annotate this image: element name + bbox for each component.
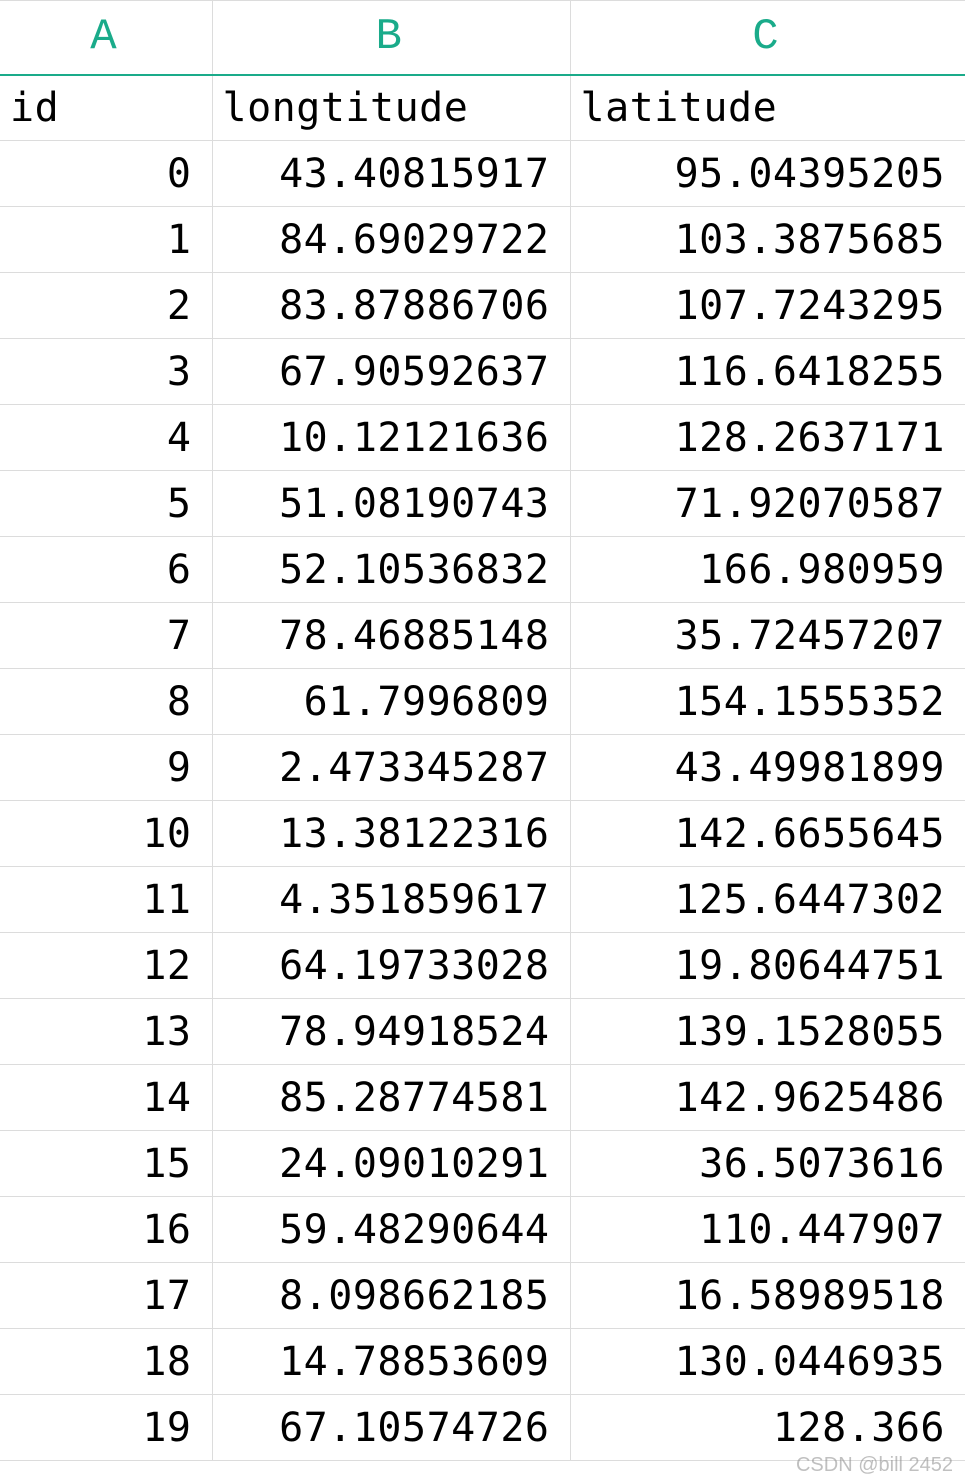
cell-latitude[interactable]: 43.49981899 [570,735,965,801]
cell-id[interactable]: 8 [0,669,212,735]
cell-id[interactable]: 17 [0,1263,212,1329]
header-row: id longtitude latitude [0,75,965,141]
col-header-c[interactable]: C [570,1,965,75]
cell-latitude[interactable]: 128.366 [570,1395,965,1461]
col-header-a[interactable]: A [0,1,212,75]
cell-latitude[interactable]: 107.7243295 [570,273,965,339]
cell-longtitude[interactable]: 84.69029722 [212,207,570,273]
cell-longtitude[interactable]: 78.94918524 [212,999,570,1065]
cell-longtitude[interactable]: 67.10574726 [212,1395,570,1461]
cell-latitude[interactable]: 139.1528055 [570,999,965,1065]
cell-id[interactable]: 4 [0,405,212,471]
cell-longtitude[interactable]: 51.08190743 [212,471,570,537]
cell-longtitude[interactable]: 83.87886706 [212,273,570,339]
cell-longtitude[interactable]: 85.28774581 [212,1065,570,1131]
table-row: 1814.78853609130.0446935 [0,1329,965,1395]
table-row: 184.69029722103.3875685 [0,207,965,273]
table-row: 652.10536832166.980959 [0,537,965,603]
cell-longtitude[interactable]: 59.48290644 [212,1197,570,1263]
watermark: CSDN @bill 2452 [796,1454,953,1477]
cell-latitude[interactable]: 16.58989518 [570,1263,965,1329]
header-id[interactable]: id [0,75,212,141]
table-row: 1659.48290644110.447907 [0,1197,965,1263]
cell-longtitude[interactable]: 64.19733028 [212,933,570,999]
table-row: 861.7996809154.1555352 [0,669,965,735]
col-header-b[interactable]: B [212,1,570,75]
cell-latitude[interactable]: 35.72457207 [570,603,965,669]
cell-id[interactable]: 10 [0,801,212,867]
cell-id[interactable]: 16 [0,1197,212,1263]
cell-id[interactable]: 9 [0,735,212,801]
table-row: 1485.28774581142.9625486 [0,1065,965,1131]
cell-longtitude[interactable]: 8.098662185 [212,1263,570,1329]
table-row: 1967.10574726128.366 [0,1395,965,1461]
cell-latitude[interactable]: 128.2637171 [570,405,965,471]
table-row: 283.87886706107.7243295 [0,273,965,339]
spreadsheet-table[interactable]: A B C id longtitude latitude 043.4081591… [0,0,965,1461]
cell-id[interactable]: 2 [0,273,212,339]
cell-latitude[interactable]: 116.6418255 [570,339,965,405]
cell-id[interactable]: 5 [0,471,212,537]
cell-id[interactable]: 6 [0,537,212,603]
cell-id[interactable]: 19 [0,1395,212,1461]
cell-latitude[interactable]: 142.9625486 [570,1065,965,1131]
cell-longtitude[interactable]: 14.78853609 [212,1329,570,1395]
table-row: 92.47334528743.49981899 [0,735,965,801]
cell-id[interactable]: 11 [0,867,212,933]
table-row: 178.09866218516.58989518 [0,1263,965,1329]
cell-id[interactable]: 12 [0,933,212,999]
cell-latitude[interactable]: 71.92070587 [570,471,965,537]
cell-id[interactable]: 18 [0,1329,212,1395]
cell-latitude[interactable]: 36.5073616 [570,1131,965,1197]
table-row: 1013.38122316142.6655645 [0,801,965,867]
cell-longtitude[interactable]: 2.473345287 [212,735,570,801]
cell-latitude[interactable]: 166.980959 [570,537,965,603]
cell-latitude[interactable]: 95.04395205 [570,141,965,207]
cell-longtitude[interactable]: 13.38122316 [212,801,570,867]
table-row: 1378.94918524139.1528055 [0,999,965,1065]
table-row: 114.351859617125.6447302 [0,867,965,933]
cell-latitude[interactable]: 142.6655645 [570,801,965,867]
cell-id[interactable]: 1 [0,207,212,273]
cell-latitude[interactable]: 125.6447302 [570,867,965,933]
header-latitude[interactable]: latitude [570,75,965,141]
cell-longtitude[interactable]: 10.12121636 [212,405,570,471]
cell-latitude[interactable]: 110.447907 [570,1197,965,1263]
column-letters-row: A B C [0,1,965,75]
cell-id[interactable]: 3 [0,339,212,405]
cell-id[interactable]: 7 [0,603,212,669]
header-longtitude[interactable]: longtitude [212,75,570,141]
table-row: 778.4688514835.72457207 [0,603,965,669]
cell-id[interactable]: 0 [0,141,212,207]
cell-latitude[interactable]: 130.0446935 [570,1329,965,1395]
table-row: 410.12121636128.2637171 [0,405,965,471]
cell-latitude[interactable]: 103.3875685 [570,207,965,273]
table-row: 551.0819074371.92070587 [0,471,965,537]
cell-latitude[interactable]: 154.1555352 [570,669,965,735]
cell-longtitude[interactable]: 78.46885148 [212,603,570,669]
cell-longtitude[interactable]: 24.09010291 [212,1131,570,1197]
cell-id[interactable]: 15 [0,1131,212,1197]
table-row: 1264.1973302819.80644751 [0,933,965,999]
cell-latitude[interactable]: 19.80644751 [570,933,965,999]
cell-longtitude[interactable]: 4.351859617 [212,867,570,933]
cell-longtitude[interactable]: 52.10536832 [212,537,570,603]
cell-longtitude[interactable]: 61.7996809 [212,669,570,735]
table-row: 367.90592637116.6418255 [0,339,965,405]
table-row: 1524.0901029136.5073616 [0,1131,965,1197]
cell-id[interactable]: 14 [0,1065,212,1131]
table-row: 043.4081591795.04395205 [0,141,965,207]
cell-id[interactable]: 13 [0,999,212,1065]
cell-longtitude[interactable]: 43.40815917 [212,141,570,207]
cell-longtitude[interactable]: 67.90592637 [212,339,570,405]
